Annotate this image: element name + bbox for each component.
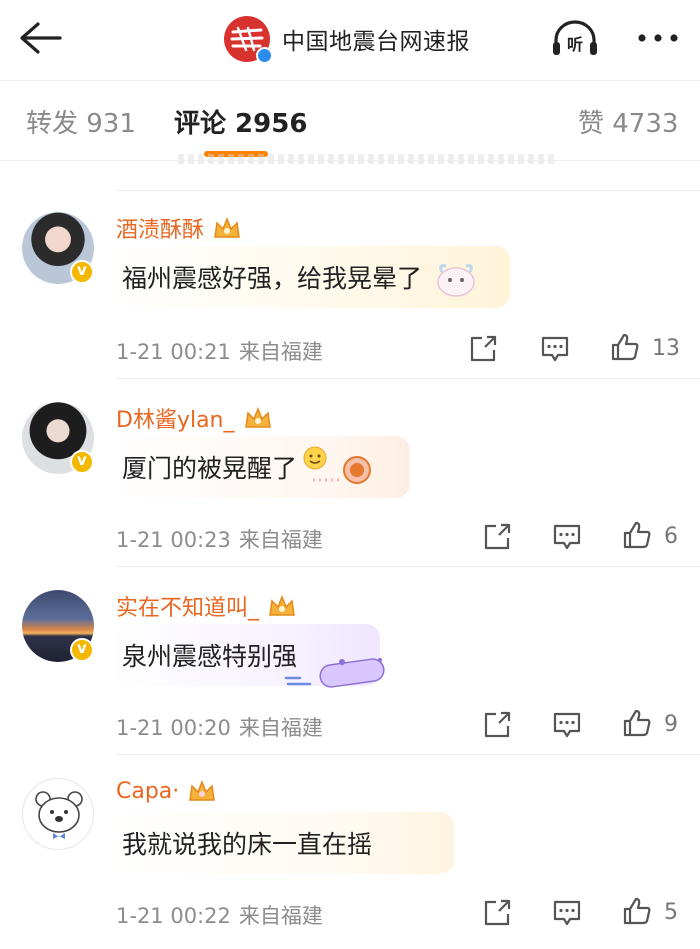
comment-time: 1-21 00:21 — [116, 340, 231, 364]
comment-location: 来自福建 — [238, 340, 323, 364]
comment-text: 福州震感好强，给我晃晕了 — [122, 264, 423, 293]
comment-time: 1-21 00:22 — [116, 904, 231, 928]
comment-username[interactable]: D林酱ylan_ — [116, 402, 273, 434]
comment-location: 来自福建 — [238, 716, 323, 740]
comment-meta: 1-21 00:21 来自福建 — [116, 336, 323, 366]
bear-avatar-icon — [35, 791, 83, 839]
thumbs-up-icon[interactable] — [622, 520, 652, 550]
comment-bubble: 我就说我的床一直在摇 — [110, 812, 454, 874]
tab-repost[interactable]: 转发 931 — [26, 103, 136, 140]
page-title: 中国地震台网速报 — [282, 29, 470, 55]
comment-text: 泉州震感特别强 — [122, 642, 298, 671]
comment-icon[interactable] — [552, 522, 582, 552]
comment-meta: 1-21 00:22 来自福建 — [116, 900, 323, 930]
like-count: 13 — [652, 336, 680, 361]
comment-meta: 1-21 00:23 来自福建 — [116, 524, 323, 554]
comment-time: 1-21 00:23 — [116, 528, 231, 552]
verified-icon — [70, 450, 94, 474]
tab-bar: 转发 931 评论 2956 赞 4733 — [0, 80, 700, 160]
crown-icon — [244, 406, 271, 428]
like-count: 5 — [664, 900, 678, 925]
tab-like[interactable]: 赞 4733 — [578, 103, 678, 140]
comment-username[interactable]: Capa· — [116, 778, 217, 804]
like-count: 6 — [664, 524, 678, 549]
verified-icon — [70, 260, 94, 284]
verified-icon — [70, 638, 94, 662]
crown-icon — [214, 216, 240, 238]
comment-username[interactable]: 酒渍酥酥 — [116, 212, 242, 244]
comment-text: 我就说我的床一直在摇 — [122, 830, 373, 859]
comment-bubble: 福州震感好强，给我晃晕了 — [110, 246, 510, 308]
share-icon[interactable] — [482, 898, 512, 928]
tab-comment[interactable]: 评论 2956 — [174, 103, 307, 140]
comment-separator — [116, 378, 700, 379]
comment-meta: 1-21 00:20 来自福建 — [116, 712, 323, 742]
thumbs-up-icon[interactable] — [622, 896, 652, 926]
crown-icon — [269, 594, 295, 616]
comment-icon[interactable] — [552, 898, 582, 928]
comment-separator — [116, 566, 700, 567]
thumbs-up-icon[interactable] — [622, 708, 652, 738]
comment-location: 来自福建 — [238, 528, 323, 552]
comment-bubble: 厦门的被晃醒了 — [110, 436, 410, 498]
comment-location: 来自福建 — [238, 904, 323, 928]
username-text: D林酱ylan_ — [116, 408, 235, 433]
tabs-divider — [0, 160, 700, 161]
username-text: 酒渍酥酥 — [116, 218, 205, 243]
username-text: Capa· — [116, 778, 180, 804]
like-count: 9 — [664, 712, 678, 737]
comment-separator — [116, 190, 700, 191]
comment-time: 1-21 00:20 — [116, 716, 231, 740]
comment-icon[interactable] — [552, 710, 582, 740]
top-bar: 中国地震台网速报 听 — [0, 0, 700, 78]
verified-icon — [256, 47, 273, 64]
share-icon[interactable] — [468, 334, 498, 364]
scrolled-content-fragment — [178, 154, 558, 164]
more-dots-icon[interactable] — [636, 26, 680, 50]
account-logo — [224, 16, 273, 64]
thumbs-up-icon[interactable] — [610, 332, 640, 362]
entp-sticker-icon — [284, 658, 385, 688]
account-title[interactable]: 中国地震台网速报 — [224, 14, 470, 64]
smile-emoji-icon — [303, 446, 372, 484]
sheep-sticker-icon — [437, 264, 475, 297]
back-arrow-icon[interactable] — [18, 20, 62, 56]
comment-text: 厦门的被晃醒了 — [122, 454, 298, 483]
share-icon[interactable] — [482, 522, 512, 552]
share-icon[interactable] — [482, 710, 512, 740]
headphones-icon[interactable]: 听 — [550, 18, 600, 58]
username-text: 实在不知道叫_ — [116, 596, 260, 621]
comment-icon[interactable] — [540, 334, 570, 364]
comment-username[interactable]: 实在不知道叫_ — [116, 590, 297, 622]
crown-icon — [189, 779, 216, 801]
comment-separator — [116, 754, 700, 755]
avatar[interactable] — [22, 778, 94, 850]
listen-label: 听 — [567, 35, 583, 54]
